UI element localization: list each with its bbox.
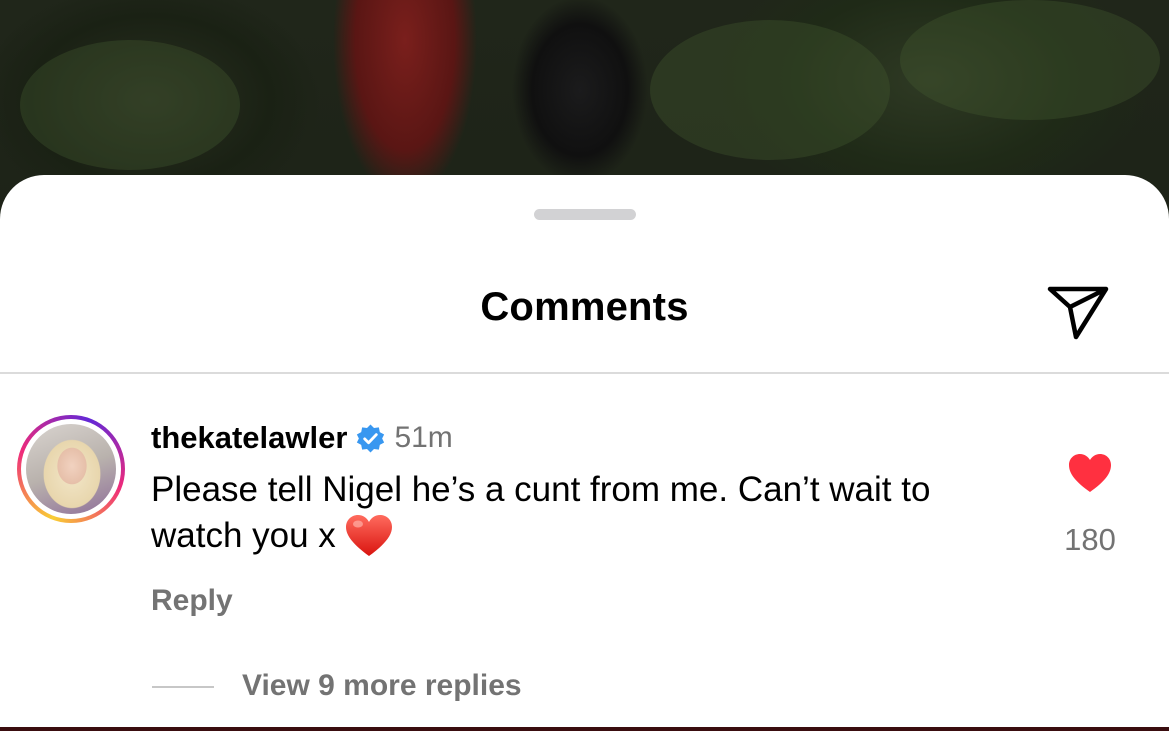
avatar[interactable] [17, 415, 125, 523]
verified-badge-icon [357, 424, 385, 452]
comment-username[interactable]: thekatelawler [151, 420, 347, 456]
avatar-photo [26, 424, 116, 514]
view-more-replies-button[interactable]: View 9 more replies [242, 669, 522, 703]
bottom-edge-strip [0, 727, 1169, 731]
comment-timestamp: 51m [394, 421, 453, 454]
comment-text: Please tell Nigel he’s a cunt from me. C… [151, 470, 931, 555]
replies-divider-line [152, 686, 214, 688]
like-count: 180 [1064, 522, 1116, 557]
comments-sheet: Comments thekatelawler 51m Please tell N… [0, 175, 1169, 727]
paper-plane-icon [1047, 286, 1109, 340]
reply-button[interactable]: Reply [151, 584, 233, 618]
share-button[interactable] [1044, 279, 1114, 343]
heart-icon[interactable] [1067, 452, 1113, 494]
red-heart-emoji [345, 515, 392, 556]
sheet-drag-handle[interactable] [534, 209, 636, 220]
comment-meta: thekatelawler 51m [151, 418, 453, 458]
comment-body: Please tell Nigel he’s a cunt from me. C… [151, 467, 1011, 559]
header-divider [0, 372, 1169, 374]
sheet-title: Comments [480, 285, 689, 329]
